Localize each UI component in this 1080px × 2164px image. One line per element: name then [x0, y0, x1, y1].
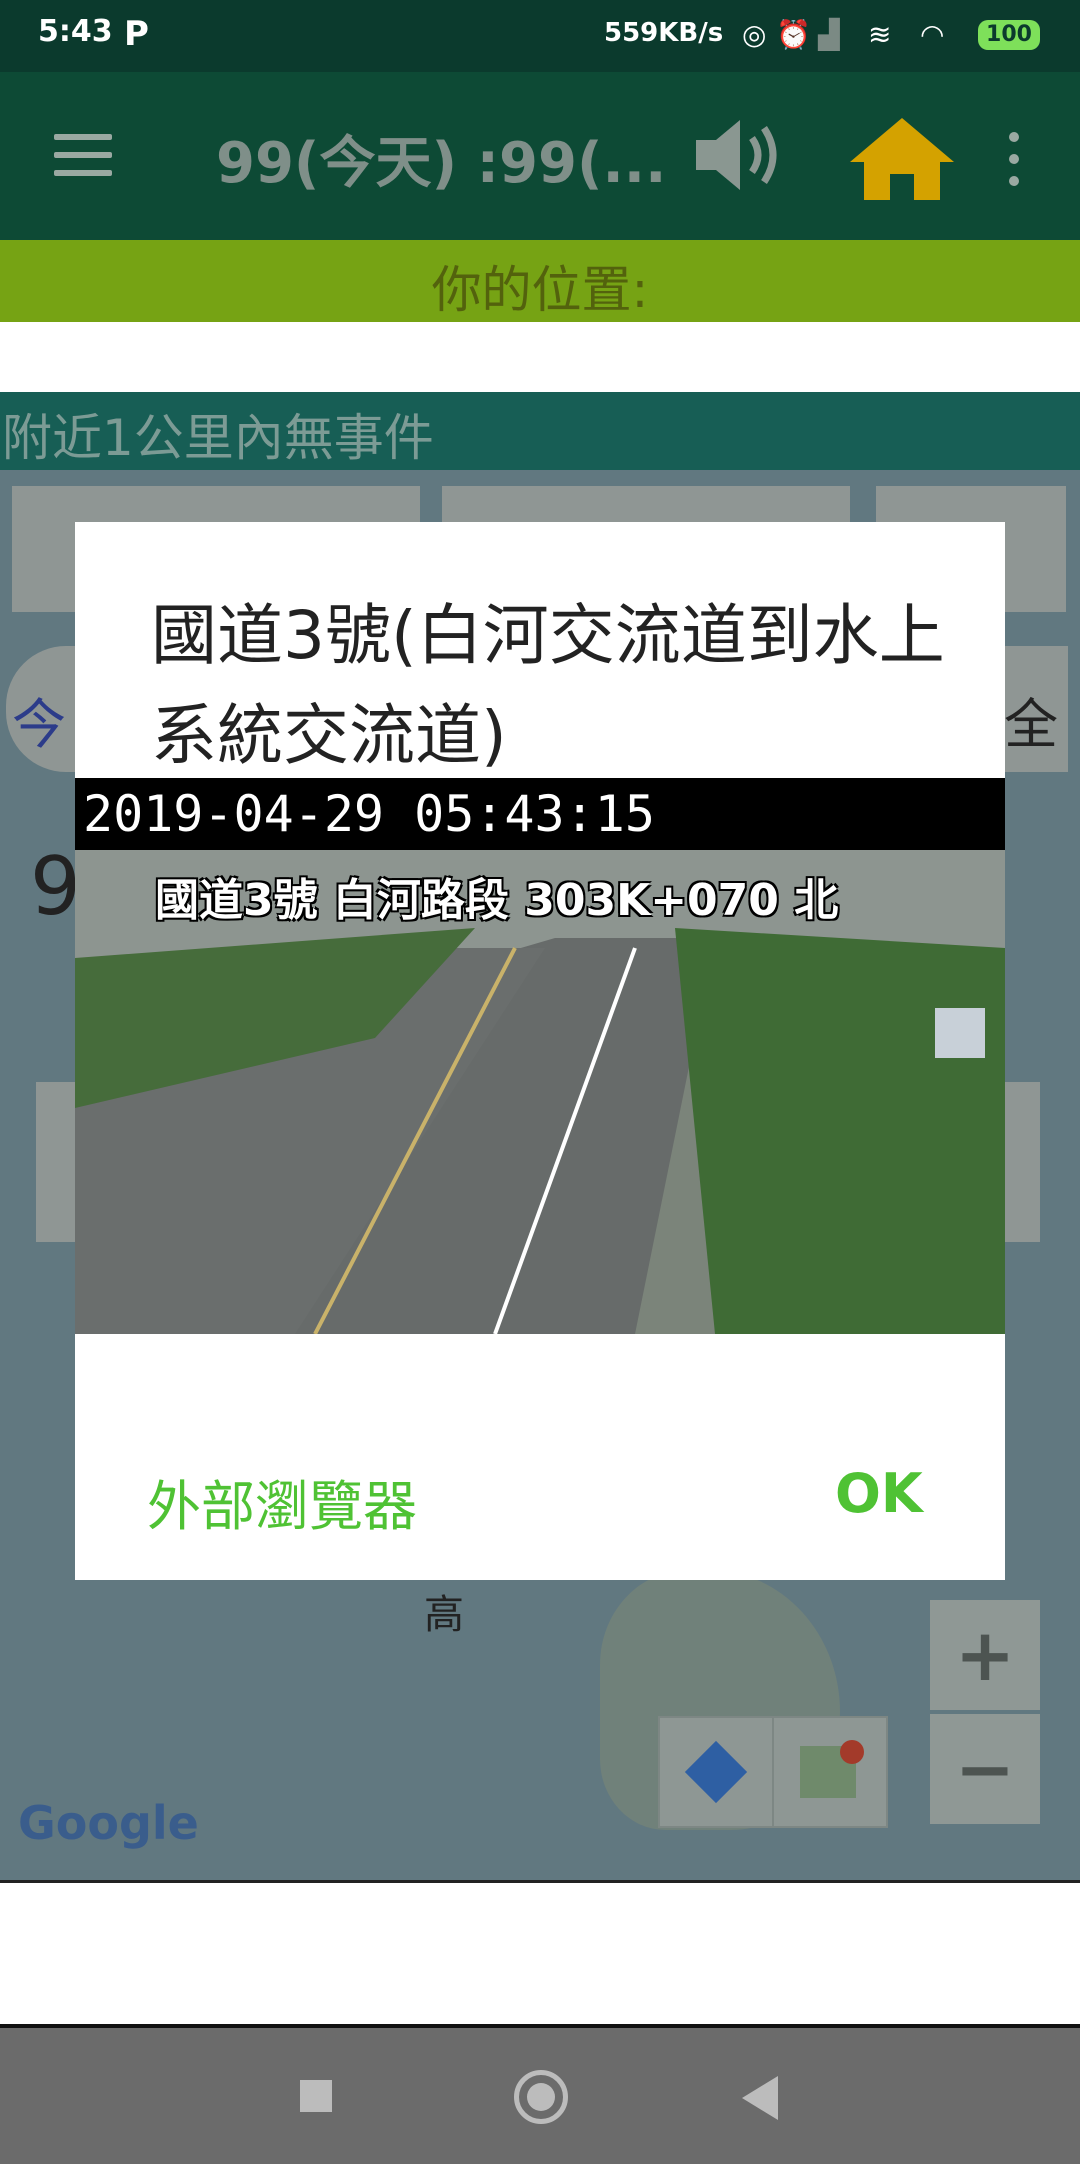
recent-apps-icon[interactable] — [300, 2080, 332, 2112]
status-time: 5:43 — [38, 14, 113, 49]
signal-icon: ▟ — [818, 18, 840, 51]
google-logo: Google — [18, 1796, 199, 1850]
camera-timestamp: 2019-04-29 05:43:15 — [75, 778, 1005, 850]
right-info-card — [1004, 1082, 1040, 1242]
zoom-out-button[interactable]: − — [930, 1714, 1040, 1824]
camera-image: 2019-04-29 05:43:15 國道3號 白河路段 303K+070 北 — [75, 778, 1005, 1334]
event-text: 附近1公里內無事件 — [2, 409, 434, 467]
home-icon[interactable] — [846, 114, 958, 202]
blank-row — [0, 322, 1080, 392]
open-in-maps-button[interactable] — [772, 1716, 888, 1828]
speaker-icon[interactable] — [692, 110, 792, 200]
directions-button[interactable] — [658, 1716, 774, 1828]
partial-text-today: 今 — [12, 693, 66, 756]
battery-icon: 100 — [978, 20, 1040, 50]
overflow-menu-icon[interactable] — [1004, 130, 1024, 190]
parking-icon: P — [124, 14, 149, 54]
zoom-in-button[interactable]: + — [930, 1600, 1040, 1710]
external-browser-button[interactable]: 外部瀏覽器 — [147, 1462, 417, 1541]
camera-dialog: 國道3號(白河交流道到水上系統交流道) 2019-04-29 05:43:15 … — [75, 522, 1005, 1580]
partial-text-number: 9 — [30, 840, 81, 933]
app-title: 99(今天) :99(... — [216, 131, 667, 196]
wifi-icon: ◠ — [920, 18, 945, 51]
network-speed: 559KB/s — [604, 18, 724, 48]
status-bar: 5:43 P 559KB/s ◎ ⏰ ▟ ≋ ◠ 100 — [0, 0, 1080, 72]
back-icon[interactable] — [742, 2076, 778, 2120]
ok-button[interactable]: OK — [835, 1462, 923, 1525]
hotspot-icon: ◎ — [742, 18, 767, 51]
dialog-title: 國道3號(白河交流道到水上系統交流道) — [151, 597, 945, 774]
camera-road-label: 國道3號 白河路段 303K+070 北 — [155, 875, 839, 926]
partial-text-all: 全 — [1004, 693, 1058, 756]
map-city-label: 高 — [424, 1592, 464, 1638]
alarm-icon: ⏰ — [776, 18, 811, 51]
menu-icon[interactable] — [54, 132, 114, 180]
left-info-card — [36, 1082, 76, 1242]
wifi-calling-icon: ≋ — [868, 18, 892, 51]
location-label: 你的位置: — [431, 261, 649, 319]
bottom-blank — [0, 1880, 1080, 2023]
home-nav-icon[interactable] — [514, 2070, 568, 2124]
